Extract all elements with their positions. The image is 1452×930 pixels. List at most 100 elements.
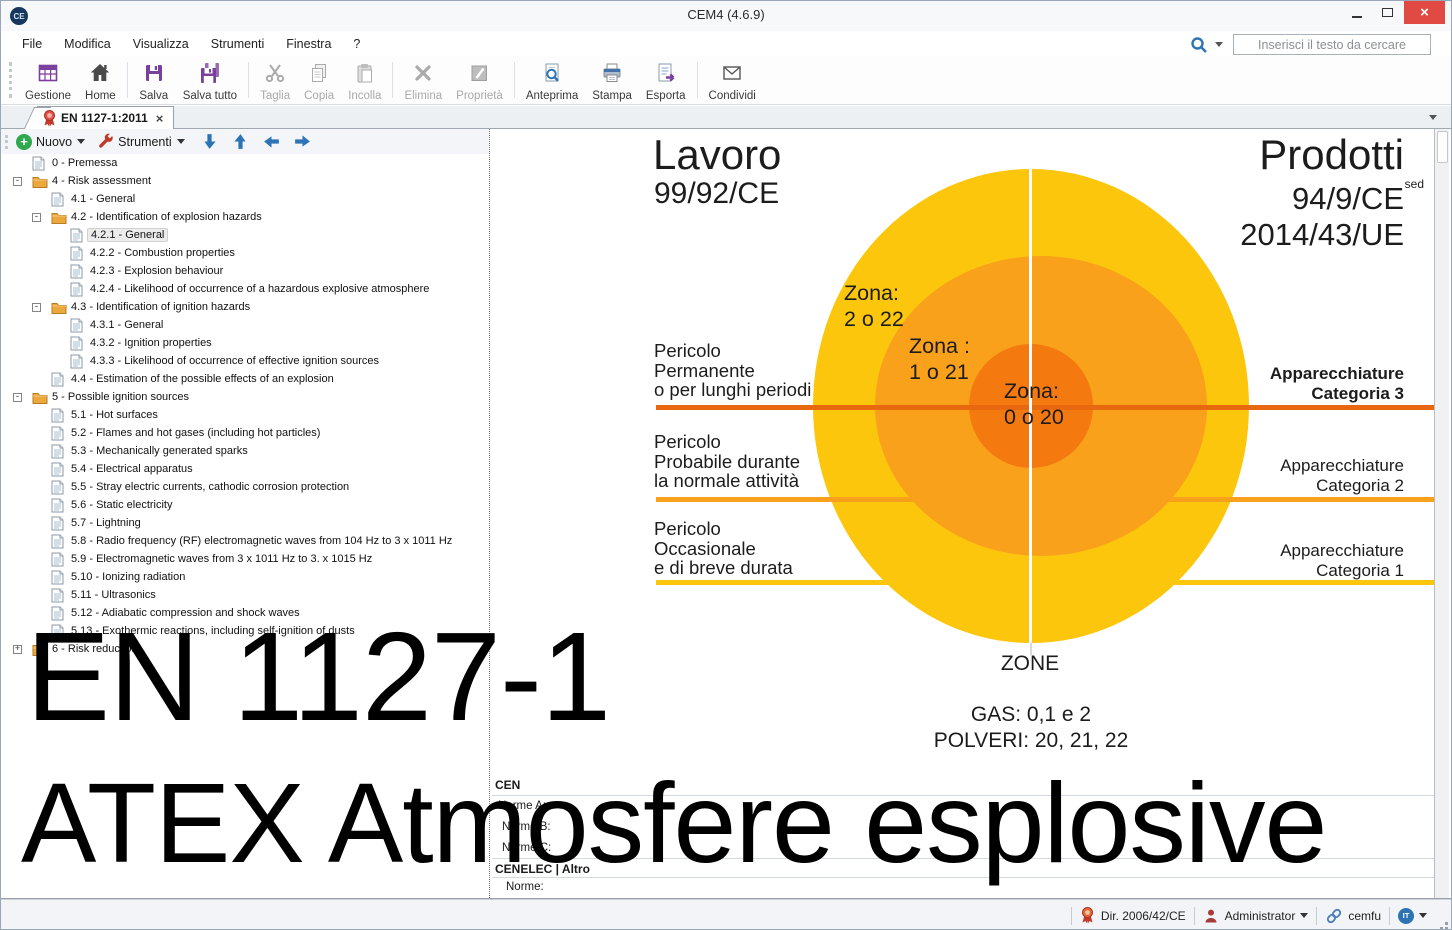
tree-item[interactable]: 5.10 - Ionizing radiation bbox=[1, 568, 489, 586]
move-right-button[interactable] bbox=[293, 132, 312, 151]
menu-visualizza[interactable]: Visualizza bbox=[122, 34, 200, 54]
tab-close-icon[interactable]: × bbox=[154, 111, 166, 126]
maximize-button[interactable] bbox=[1372, 1, 1402, 24]
minimize-button[interactable] bbox=[1342, 1, 1372, 24]
toolbar-button-esporta[interactable]: Esporta bbox=[639, 56, 693, 104]
directive-label: Dir. 2006/42/CE bbox=[1101, 909, 1186, 923]
tree-item[interactable]: 5.8 - Radio frequency (RF) electromagnet… bbox=[1, 532, 489, 550]
tree-item[interactable]: 4.4 - Estimation of the possible effects… bbox=[1, 370, 489, 388]
toolbar-button-elimina: Elimina bbox=[397, 56, 449, 104]
resize-grip[interactable] bbox=[1445, 922, 1448, 925]
move-left-button[interactable] bbox=[262, 132, 281, 151]
tab-list-caret[interactable] bbox=[1429, 115, 1437, 120]
menu-finestra[interactable]: Finestra bbox=[275, 34, 342, 54]
zone-label: ZONE bbox=[960, 652, 1100, 676]
vertical-scrollbar[interactable] bbox=[1434, 129, 1449, 898]
menu-file[interactable]: File bbox=[11, 34, 53, 54]
toolbar-button-proprieta: Proprietà bbox=[449, 56, 510, 104]
tree-item[interactable]: 4.2.3 - Explosion behaviour bbox=[1, 262, 489, 280]
tree-item[interactable]: 4.3.3 - Likelihood of occurrence of effe… bbox=[1, 352, 489, 370]
strumenti-label: Strumenti bbox=[118, 135, 172, 149]
zona-inner-label: Zona:0 o 20 bbox=[1004, 378, 1064, 430]
search-input[interactable] bbox=[1233, 34, 1431, 55]
tree-item[interactable]: 4.3.1 - General bbox=[1, 316, 489, 334]
toolbar-button-label: Esporta bbox=[646, 90, 686, 102]
tree-item[interactable]: -4 - Risk assessment bbox=[1, 172, 489, 190]
app-window: CE CEM4 (4.6.9) × File Modifica Visualiz… bbox=[0, 0, 1452, 930]
move-up-button[interactable] bbox=[231, 132, 250, 151]
document-icon bbox=[51, 480, 68, 495]
tree-item[interactable]: 0 - Premessa bbox=[1, 154, 489, 172]
user-caret[interactable] bbox=[1300, 913, 1308, 918]
connection-item[interactable]: cemfu bbox=[1317, 907, 1389, 925]
strumenti-caret[interactable] bbox=[177, 139, 185, 144]
toolbar-button-anteprima[interactable]: Anteprima bbox=[519, 56, 585, 104]
tree-item[interactable]: 5.5 - Stray electric currents, cathodic … bbox=[1, 478, 489, 496]
tree-expander[interactable]: - bbox=[32, 213, 51, 222]
toolbar-button-label: Gestione bbox=[25, 90, 71, 102]
tree-item[interactable]: 5.9 - Electromagnetic waves from 3 x 101… bbox=[1, 550, 489, 568]
tree-item[interactable]: -4.2 - Identification of explosion hazar… bbox=[1, 208, 489, 226]
tree-item-label: 5.8 - Radio frequency (RF) electromagnet… bbox=[68, 535, 455, 547]
toolbar-separator bbox=[127, 62, 128, 98]
language-selector[interactable]: IT bbox=[1390, 908, 1435, 924]
menu-strumenti[interactable]: Strumenti bbox=[200, 34, 276, 54]
tree-item[interactable]: 5.6 - Static electricity bbox=[1, 496, 489, 514]
directive-indicator[interactable]: Dir. 2006/42/CE bbox=[1072, 907, 1194, 924]
tree-item[interactable]: -5 - Possible ignition sources bbox=[1, 388, 489, 406]
tree-item[interactable]: 4.2.1 - General bbox=[1, 226, 489, 244]
toolbar-button-home[interactable]: Home bbox=[78, 56, 123, 104]
close-button[interactable]: × bbox=[1404, 1, 1445, 24]
tree-item[interactable]: 4.1 - General bbox=[1, 190, 489, 208]
tree-expander[interactable]: - bbox=[13, 393, 32, 402]
toolbar-button-label: Elimina bbox=[404, 90, 442, 102]
document-icon bbox=[51, 426, 68, 441]
search-options-caret[interactable] bbox=[1215, 42, 1223, 47]
tree-item[interactable]: 5.1 - Hot surfaces bbox=[1, 406, 489, 424]
tree-item[interactable]: 4.2.4 - Likelihood of occurrence of a ha… bbox=[1, 280, 489, 298]
toolbar-button-gestione[interactable]: Gestione bbox=[18, 56, 78, 104]
tree-item-label: 5.11 - Ultrasonics bbox=[68, 589, 159, 601]
toolbar-button-salva[interactable]: Salva bbox=[132, 56, 176, 104]
tree-item[interactable]: 5.2 - Flames and hot gases (including ho… bbox=[1, 424, 489, 442]
toolbar-button-incolla: Incolla bbox=[341, 56, 388, 104]
tree-item[interactable]: 5.7 - Lightning bbox=[1, 514, 489, 532]
preview-icon bbox=[540, 59, 564, 85]
tab-en-1127[interactable]: EN 1127-1:2011 × bbox=[37, 106, 174, 129]
medal-icon bbox=[1080, 907, 1095, 924]
tree-item-label: 4.2.2 - Combustion properties bbox=[87, 247, 238, 259]
plus-icon: + bbox=[16, 134, 32, 150]
toolbar-button-salva-tutto[interactable]: Salva tutto bbox=[176, 56, 244, 104]
move-down-button[interactable] bbox=[200, 132, 219, 151]
tree-expander[interactable]: - bbox=[13, 177, 32, 186]
pericolo-probabile-label: PericoloProbabile durantela normale atti… bbox=[654, 432, 800, 491]
tree-expander[interactable]: - bbox=[32, 303, 51, 312]
print-icon bbox=[600, 59, 624, 85]
window-title: CEM4 (4.6.9) bbox=[1, 7, 1451, 22]
tree-item-label: 5.2 - Flames and hot gases (including ho… bbox=[68, 427, 323, 439]
strumenti-button[interactable]: Strumenti bbox=[94, 133, 188, 150]
scrollbar-thumb[interactable] bbox=[1437, 131, 1448, 163]
tree-item[interactable]: 5.4 - Electrical apparatus bbox=[1, 460, 489, 478]
nuovo-caret[interactable] bbox=[77, 139, 85, 144]
toolbar-button-stampa[interactable]: Stampa bbox=[585, 56, 639, 104]
language-caret[interactable] bbox=[1419, 913, 1427, 918]
toolbar-button-condividi[interactable]: Condividi bbox=[702, 56, 763, 104]
menu-help[interactable]: ? bbox=[342, 34, 371, 54]
folder-icon bbox=[32, 175, 49, 188]
nuovo-button[interactable]: + Nuovo bbox=[13, 134, 88, 150]
user-menu[interactable]: Administrator bbox=[1195, 908, 1317, 924]
search-icon[interactable] bbox=[1189, 35, 1209, 55]
tree-item[interactable]: 4.3.2 - Ignition properties bbox=[1, 334, 489, 352]
tree-item[interactable]: 5.11 - Ultrasonics bbox=[1, 586, 489, 604]
polveri-label: POLVERI: 20, 21, 22 bbox=[881, 729, 1181, 753]
tree-item[interactable]: 5.3 - Mechanically generated sparks bbox=[1, 442, 489, 460]
user-label: Administrator bbox=[1225, 909, 1296, 923]
tree-item[interactable]: 4.2.2 - Combustion properties bbox=[1, 244, 489, 262]
menu-modifica[interactable]: Modifica bbox=[53, 34, 122, 54]
prodotti-directive-1: 94/9/CE bbox=[1292, 181, 1404, 217]
document-icon bbox=[51, 462, 68, 477]
overlay-title-atex: ATEX Atmosfere esplosive bbox=[21, 767, 1326, 880]
toolbar-button-label: Incolla bbox=[348, 90, 381, 102]
tree-item[interactable]: -4.3 - Identification of ignition hazard… bbox=[1, 298, 489, 316]
